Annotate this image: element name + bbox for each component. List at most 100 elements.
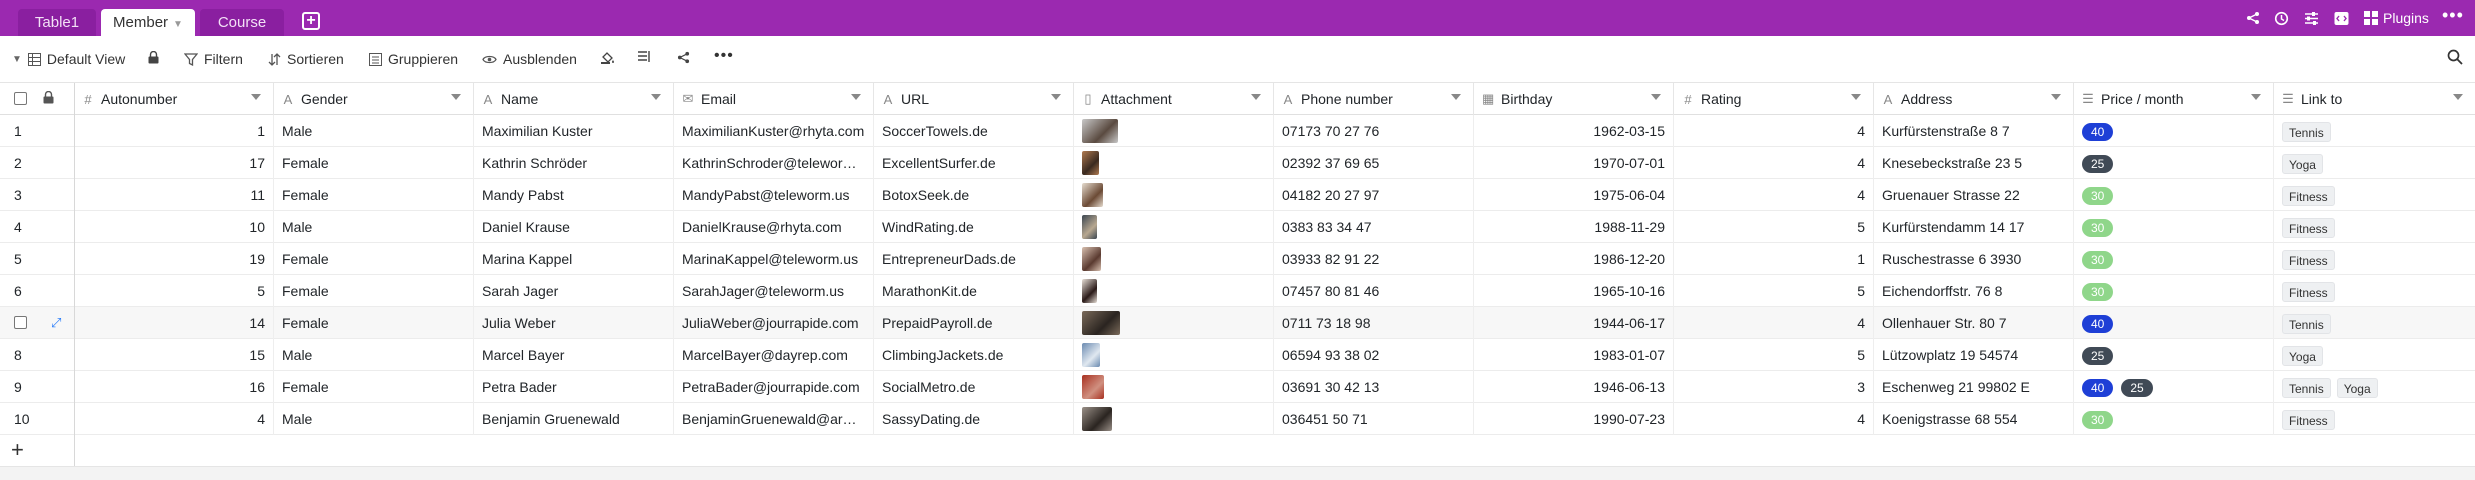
attachment-thumbnail[interactable] [1082, 310, 1120, 335]
cell-rating[interactable]: 5 [1674, 339, 1874, 371]
cell-rating[interactable]: 4 [1674, 147, 1874, 179]
chevron-down-icon[interactable] [451, 94, 461, 100]
filter-button[interactable]: Filtern [184, 51, 243, 67]
attachment-thumbnail[interactable] [1082, 182, 1103, 207]
cell-price[interactable]: 40 [2074, 115, 2274, 147]
cell-link-to[interactable]: Fitness [2274, 211, 2475, 243]
chevron-down-icon[interactable] [1851, 94, 1861, 100]
cell-email[interactable]: JuliaWeber@jourrapide.com [674, 307, 874, 339]
cell-rating[interactable]: 1 [1674, 243, 1874, 275]
cell-birthday[interactable]: 1975-06-04 [1474, 179, 1674, 211]
column-header-rating[interactable]: # Rating [1674, 83, 1874, 115]
cell-gender[interactable]: Female [274, 147, 474, 179]
cell-gender[interactable]: Female [274, 275, 474, 307]
cell-birthday[interactable]: 1970-07-01 [1474, 147, 1674, 179]
cell-email[interactable]: DanielKrause@rhyta.com [674, 211, 874, 243]
cell-email[interactable]: MaximilianKuster@rhyta.com [674, 115, 874, 147]
cell-link-to[interactable]: Fitness [2274, 275, 2475, 307]
table-row[interactable]: 10 4 Male Benjamin Gruenewald BenjaminGruene… [0, 403, 2475, 435]
linked-record-chip[interactable]: Tennis [2282, 314, 2331, 335]
cell-name[interactable]: Sarah Jager [474, 275, 674, 307]
cell-rating[interactable]: 4 [1674, 179, 1874, 211]
cell-url[interactable]: ClimbingJackets.de [874, 339, 1074, 371]
chevron-down-icon[interactable] [251, 94, 261, 100]
cell-url[interactable]: SoccerTowels.de [874, 115, 1074, 147]
cell-autonumber[interactable]: 19 [74, 243, 274, 275]
cell-gender[interactable]: Female [274, 243, 474, 275]
cell-attachment[interactable] [1074, 275, 1274, 307]
cell-birthday[interactable]: 1962-03-15 [1474, 115, 1674, 147]
chevron-down-icon[interactable] [1251, 94, 1261, 100]
cell-url[interactable]: SocialMetro.de [874, 371, 1074, 403]
cell-attachment[interactable] [1074, 339, 1274, 371]
cell-phone[interactable]: 03691 30 42 13 [1274, 371, 1474, 403]
cell-url[interactable]: EntrepreneurDads.de [874, 243, 1074, 275]
cell-price[interactable]: 30 [2074, 243, 2274, 275]
cell-url[interactable]: WindRating.de [874, 211, 1074, 243]
cell-phone[interactable]: 03933 82 91 22 [1274, 243, 1474, 275]
attachment-thumbnail[interactable] [1082, 374, 1104, 399]
cell-attachment[interactable] [1074, 371, 1274, 403]
table-row[interactable]: 5 19 Female Marina Kappel MarinaKappel@telew… [0, 243, 2475, 275]
cell-autonumber[interactable]: 4 [74, 403, 274, 435]
cell-link-to[interactable]: Tennis [2274, 115, 2475, 147]
attachment-thumbnail[interactable] [1082, 118, 1118, 143]
cell-autonumber[interactable]: 11 [74, 179, 274, 211]
cell-address[interactable]: Koenigstrasse 68 554 [1874, 403, 2074, 435]
cell-address[interactable]: Lützowplatz 19 54574 [1874, 339, 2074, 371]
cell-phone[interactable]: 07173 70 27 76 [1274, 115, 1474, 147]
cell-attachment[interactable] [1074, 307, 1274, 339]
cell-autonumber[interactable]: 10 [74, 211, 274, 243]
tab-course[interactable]: Course [200, 9, 284, 36]
cell-url[interactable]: BotoxSeek.de [874, 179, 1074, 211]
cell-birthday[interactable]: 1988-11-29 [1474, 211, 1674, 243]
cell-url[interactable]: SassyDating.de [874, 403, 1074, 435]
hide-columns-button[interactable]: Ausblenden [482, 51, 577, 67]
chevron-down-icon[interactable] [651, 94, 661, 100]
horizontal-scrollbar[interactable] [0, 466, 2475, 480]
cell-attachment[interactable] [1074, 243, 1274, 275]
sort-button[interactable]: Sortieren [268, 51, 344, 67]
cell-url[interactable]: MarathonKit.de [874, 275, 1074, 307]
share-icon[interactable] [2246, 11, 2260, 28]
cell-phone[interactable]: 0383 83 34 47 [1274, 211, 1474, 243]
tab-table1[interactable]: Table1 [18, 9, 96, 36]
chevron-down-icon[interactable] [2453, 94, 2463, 100]
attachment-thumbnail[interactable] [1082, 150, 1099, 175]
group-button[interactable]: Gruppieren [369, 51, 458, 67]
chevron-down-icon[interactable] [851, 94, 861, 100]
column-header-birthday[interactable]: ▦ Birthday [1474, 83, 1674, 115]
cell-rating[interactable]: 5 [1674, 211, 1874, 243]
cell-birthday[interactable]: 1990-07-23 [1474, 403, 1674, 435]
cell-address[interactable]: Kurfürstendamm 14 17 [1874, 211, 2074, 243]
cell-name[interactable]: Mandy Pabst [474, 179, 674, 211]
table-row[interactable]: 1 1 Male Maximilian Kuster MaximilianKuster@… [0, 115, 2475, 147]
column-header-gender[interactable]: A Gender [274, 83, 474, 115]
linked-record-chip[interactable]: Yoga [2282, 154, 2323, 175]
linked-record-chip[interactable]: Fitness [2282, 410, 2335, 431]
column-header-address[interactable]: A Address [1874, 83, 2074, 115]
chevron-down-icon[interactable]: ▼ [173, 19, 183, 30]
cell-phone[interactable]: 06594 93 38 02 [1274, 339, 1474, 371]
cell-address[interactable]: Ruschestrasse 6 3930 [1874, 243, 2074, 275]
cell-birthday[interactable]: 1986-12-20 [1474, 243, 1674, 275]
cell-name[interactable]: Marina Kappel [474, 243, 674, 275]
attachment-thumbnail[interactable] [1082, 214, 1097, 239]
chevron-down-icon[interactable] [2251, 94, 2261, 100]
cell-birthday[interactable]: 1983-01-07 [1474, 339, 1674, 371]
table-row[interactable]: 6 5 Female Sarah Jager SarahJager@teleworm.u… [0, 275, 2475, 307]
cell-name[interactable]: Daniel Krause [474, 211, 674, 243]
linked-record-chip[interactable]: Tennis [2282, 122, 2331, 143]
cell-address[interactable]: Ollenhauer Str. 80 7 [1874, 307, 2074, 339]
cell-email[interactable]: PetraBader@jourrapide.com [674, 371, 874, 403]
cell-price[interactable]: 30 [2074, 403, 2274, 435]
tab-member[interactable]: Member ▼ [101, 9, 195, 36]
history-icon[interactable] [2274, 11, 2289, 29]
chevron-down-icon[interactable] [2051, 94, 2061, 100]
cell-phone[interactable]: 036451 50 71 [1274, 403, 1474, 435]
cell-rating[interactable]: 5 [1674, 275, 1874, 307]
cell-name[interactable]: Benjamin Gruenewald [474, 403, 674, 435]
paint-bucket-icon[interactable] [601, 51, 615, 64]
cell-rating[interactable]: 4 [1674, 115, 1874, 147]
row-height-icon[interactable] [638, 51, 651, 63]
